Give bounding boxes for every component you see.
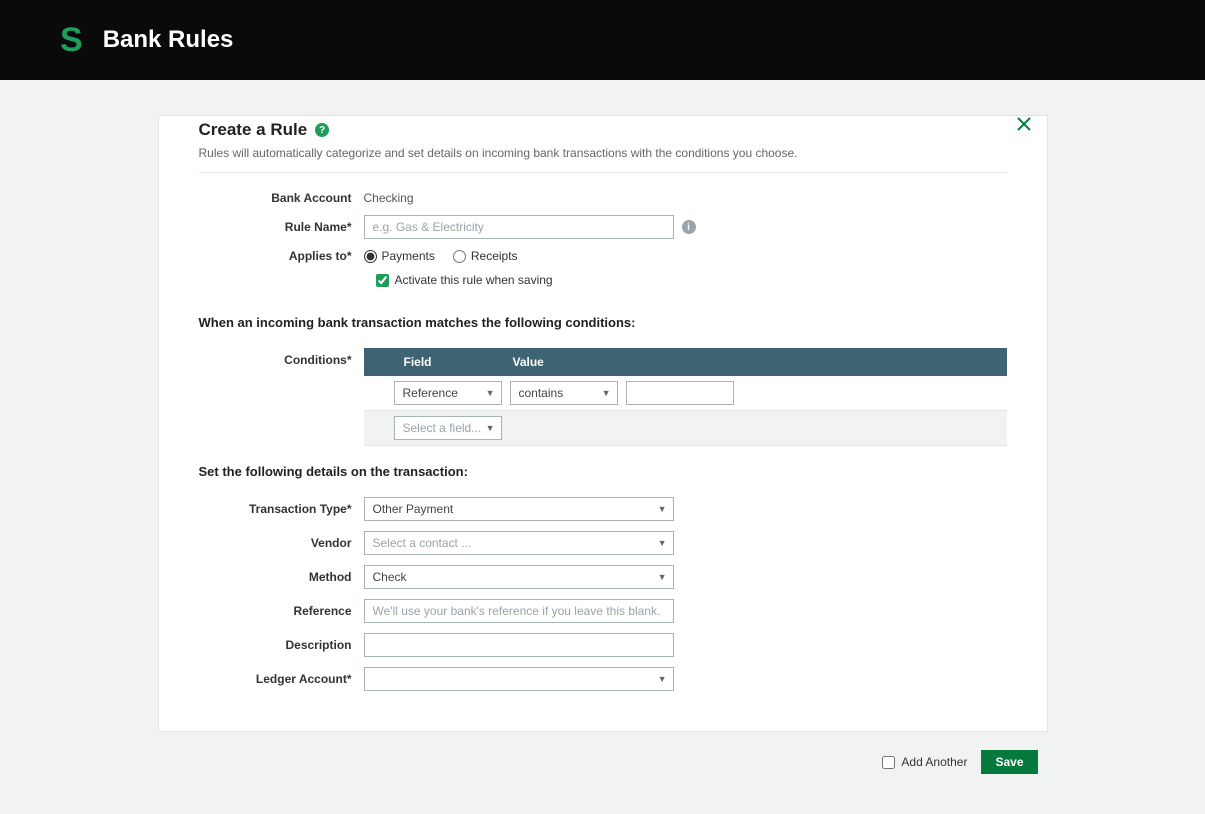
info-icon[interactable]: i <box>682 220 696 234</box>
vendor-label: Vendor <box>199 536 364 550</box>
logo-icon: S <box>60 21 83 60</box>
card-subtitle: Rules will automatically categorize and … <box>199 140 1007 173</box>
condition-operator-value: contains <box>519 386 564 400</box>
condition-field-value: Reference <box>403 386 458 400</box>
chevron-down-icon: ▼ <box>486 388 495 398</box>
method-value: Check <box>373 570 407 584</box>
condition-add-row: Select a field... ▼ <box>364 411 1007 446</box>
bank-account-label: Bank Account <box>199 191 364 205</box>
conditions-label: Conditions* <box>199 348 364 367</box>
method-label: Method <box>199 570 364 584</box>
conditions-header-field: Field <box>394 355 509 369</box>
condition-add-placeholder: Select a field... <box>403 421 482 435</box>
condition-field-select[interactable]: Reference ▼ <box>394 381 502 405</box>
help-icon[interactable]: ? <box>315 123 329 137</box>
transaction-type-label: Transaction Type* <box>199 502 364 516</box>
rule-name-label: Rule Name* <box>199 220 364 234</box>
applies-to-receipts-radio[interactable]: Receipts <box>453 249 518 263</box>
payments-label: Payments <box>382 249 435 263</box>
method-select[interactable]: Check ▼ <box>364 565 674 589</box>
add-another-label: Add Another <box>901 755 967 769</box>
applies-to-label: Applies to* <box>199 249 364 263</box>
vendor-select[interactable]: Select a contact ... ▼ <box>364 531 674 555</box>
reference-label: Reference <box>199 604 364 618</box>
app-header: S Bank Rules <box>0 0 1205 80</box>
vendor-placeholder: Select a contact ... <box>373 536 472 550</box>
condition-value-input[interactable] <box>626 381 734 405</box>
create-rule-card: Create a Rule ? Rules will automatically… <box>158 115 1048 732</box>
conditions-table-header: Field Value <box>364 348 1007 376</box>
page-body: Create a Rule ? Rules will automatically… <box>0 80 1205 814</box>
chevron-down-icon: ▼ <box>486 423 495 433</box>
receipts-label: Receipts <box>471 249 518 263</box>
conditions-header-value: Value <box>509 355 1007 369</box>
form-footer: Add Another Save <box>158 732 1048 774</box>
description-input[interactable] <box>364 633 674 657</box>
transaction-type-value: Other Payment <box>373 502 454 516</box>
add-another-checkbox[interactable]: Add Another <box>882 755 967 769</box>
bank-account-value: Checking <box>364 191 414 205</box>
description-label: Description <box>199 638 364 652</box>
condition-add-field-select[interactable]: Select a field... ▼ <box>394 416 502 440</box>
details-section-title: Set the following details on the transac… <box>159 456 1047 479</box>
applies-to-payments-radio[interactable]: Payments <box>364 249 435 263</box>
ledger-account-label: Ledger Account* <box>199 672 364 686</box>
rule-name-input[interactable] <box>364 215 674 239</box>
chevron-down-icon: ▼ <box>658 504 667 514</box>
activate-rule-checkbox[interactable] <box>376 274 389 287</box>
activate-rule-label: Activate this rule when saving <box>395 273 553 287</box>
chevron-down-icon: ▼ <box>602 388 611 398</box>
conditions-section-title: When an incoming bank transaction matche… <box>159 307 1047 330</box>
page-title: Bank Rules <box>103 26 234 54</box>
chevron-down-icon: ▼ <box>658 572 667 582</box>
ledger-account-select[interactable]: ▼ <box>364 667 674 691</box>
condition-row: Reference ▼ contains ▼ <box>364 376 1007 411</box>
reference-input[interactable] <box>364 599 674 623</box>
chevron-down-icon: ▼ <box>658 674 667 684</box>
condition-operator-select[interactable]: contains ▼ <box>510 381 618 405</box>
chevron-down-icon: ▼ <box>658 538 667 548</box>
card-title: Create a Rule <box>199 120 308 140</box>
save-button[interactable]: Save <box>981 750 1037 774</box>
close-icon[interactable] <box>1016 116 1032 135</box>
transaction-type-select[interactable]: Other Payment ▼ <box>364 497 674 521</box>
